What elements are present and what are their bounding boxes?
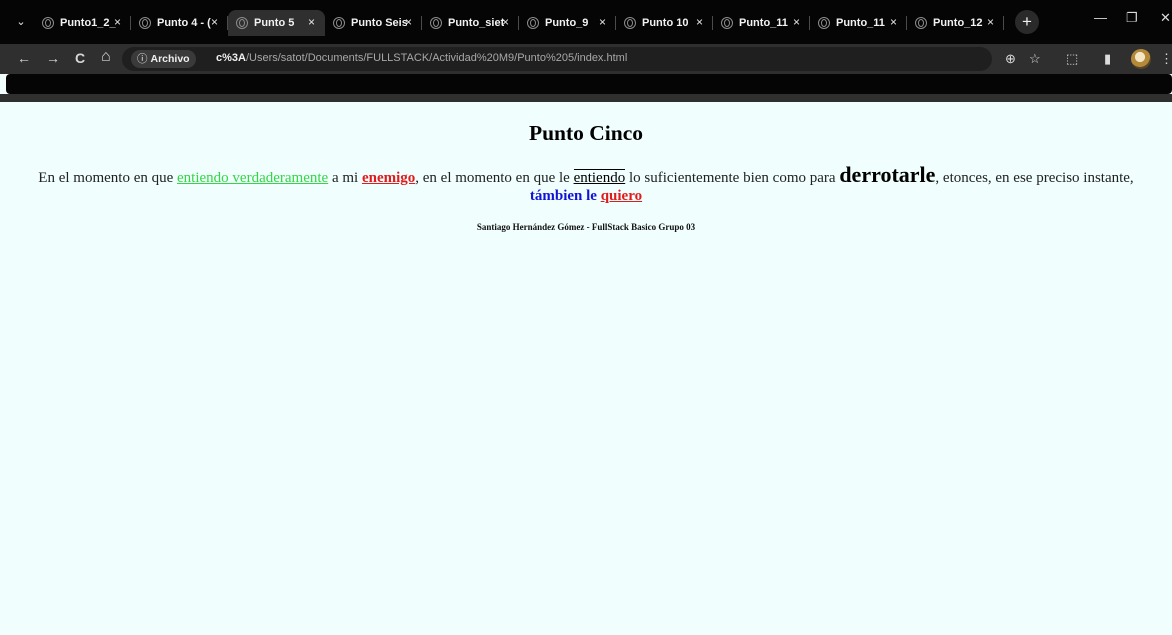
tab-title: Punto_9: [545, 17, 589, 29]
home-button[interactable]: ⌂: [101, 48, 111, 66]
tab-title: Punto_siet: [448, 17, 504, 29]
tab-title: Punto Seis: [351, 17, 407, 29]
globe-icon: [139, 17, 151, 29]
blue-bold-phrase: támbien le: [529, 188, 597, 204]
browser-tab[interactable]: Punto 10 ×: [616, 10, 713, 36]
tab-search-button[interactable]: ⌄: [11, 12, 31, 32]
profile-avatar[interactable]: [1131, 49, 1151, 69]
site-info-label: Archivo: [150, 53, 190, 65]
quote-text-3: , en el momento en que le: [415, 170, 574, 186]
browser-tab[interactable]: Punto_12 ×: [907, 10, 1004, 36]
url-host: c%3A: [216, 52, 246, 64]
tab-title: Punto 5: [254, 17, 295, 29]
tab-close-icon[interactable]: ×: [405, 15, 412, 29]
globe-icon: [430, 17, 442, 29]
reload-button[interactable]: C: [75, 49, 85, 67]
browser-tab[interactable]: Punto_9 ×: [519, 10, 616, 36]
tab-separator: [1003, 16, 1004, 30]
tab-title: Punto_12: [933, 17, 983, 29]
quote-text-4: lo suficientemente bien como para: [625, 170, 840, 186]
tab-title: Punto1_2_: [60, 17, 116, 29]
globe-icon: [915, 17, 927, 29]
browser-tab[interactable]: Punto Seis ×: [325, 10, 422, 36]
browser-tab[interactable]: Punto 4 - (×: [131, 10, 228, 36]
tab-close-icon[interactable]: ×: [114, 15, 121, 29]
bookmark-star-icon[interactable]: ☆: [1029, 50, 1041, 68]
extensions-icon[interactable]: ⬚: [1066, 50, 1078, 68]
globe-icon: [236, 17, 248, 29]
browser-tab[interactable]: Punto1_2_ ×: [34, 10, 131, 36]
minimize-button[interactable]: —: [1094, 10, 1107, 25]
quote-paragraph: En el momento en que entiendo verdaderam…: [6, 164, 1166, 205]
tab-close-icon[interactable]: ×: [599, 15, 606, 29]
url-text[interactable]: c%3A/Users/satot/Documents/FULLSTACK/Act…: [216, 52, 627, 64]
side-panel-icon[interactable]: ▮: [1104, 50, 1111, 68]
author-credit: Santiago Hernández Gómez - FullStack Bas…: [476, 222, 696, 232]
close-window-button[interactable]: ✕: [1160, 10, 1171, 26]
toolbar-bottom-edge: [0, 94, 1172, 102]
tab-close-icon[interactable]: ×: [211, 15, 218, 29]
quote-text-2: a mi: [328, 170, 362, 186]
globe-icon: [721, 17, 733, 29]
browser-tab[interactable]: Punto_11 ×: [810, 10, 907, 36]
red-underlined-word: quiero: [600, 188, 643, 204]
tab-strip: ⌄ Punto1_2_ × Punto 4 - (× Punto 5 × Punto Se…: [0, 0, 1172, 44]
tab-close-icon[interactable]: ×: [308, 15, 315, 29]
browser-toolbar: ← → C ⌂ ⓘ Archivo c%3A/Users/satot/Docume…: [0, 44, 1172, 74]
tab-title: Punto_11: [739, 17, 788, 29]
site-info-chip[interactable]: ⓘ Archivo: [131, 50, 196, 68]
tab-title: Punto_11: [836, 17, 885, 29]
tab-close-icon[interactable]: ×: [793, 15, 800, 29]
browser-tab[interactable]: Punto_11 ×: [713, 10, 810, 36]
page-viewport: Punto Cinco En el momento en que entiend…: [0, 102, 1172, 635]
info-icon: ⓘ: [137, 53, 148, 65]
tab-list: Punto1_2_ × Punto 4 - (× Punto 5 × Punto Seis…: [34, 10, 1004, 36]
browser-tab[interactable]: Punto_siet ×: [422, 10, 519, 36]
enemy-word: enemigo: [361, 170, 416, 186]
globe-icon: [333, 17, 345, 29]
tab-close-icon[interactable]: ×: [696, 15, 703, 29]
page-title: Punto Cinco: [528, 121, 644, 145]
tab-title: Punto 4 - (: [157, 17, 211, 29]
back-button[interactable]: ←: [17, 49, 31, 67]
address-bar[interactable]: ⓘ Archivo c%3A/Users/satot/Documents/FULL…: [122, 47, 992, 71]
globe-icon: [527, 17, 539, 29]
globe-icon: [818, 17, 830, 29]
bookmarks-bar: [6, 74, 1172, 94]
tab-title: Punto 10: [642, 17, 689, 29]
quote-text-1: En el momento en que: [38, 170, 178, 186]
quote-text-5: , etonces, en ese preciso instante,: [935, 170, 1134, 186]
zoom-icon[interactable]: ⊕: [1005, 50, 1016, 68]
green-underlined-phrase: entiendo verdaderamente: [177, 170, 329, 186]
overlined-word: entiendo: [573, 169, 626, 186]
tab-close-icon[interactable]: ×: [987, 15, 994, 29]
menu-icon[interactable]: ⋮: [1160, 50, 1172, 68]
new-tab-button[interactable]: +: [1015, 10, 1039, 34]
large-bold-word: derrotarle: [839, 162, 936, 187]
tab-close-icon[interactable]: ×: [890, 15, 897, 29]
url-path: /Users/satot/Documents/FULLSTACK/Activid…: [245, 52, 628, 64]
browser-tab[interactable]: Punto 5 ×: [228, 10, 325, 36]
forward-button[interactable]: →: [46, 49, 60, 67]
globe-icon: [42, 17, 54, 29]
tab-close-icon[interactable]: ×: [502, 15, 509, 29]
restore-button[interactable]: ❐: [1126, 10, 1138, 26]
globe-icon: [624, 17, 636, 29]
